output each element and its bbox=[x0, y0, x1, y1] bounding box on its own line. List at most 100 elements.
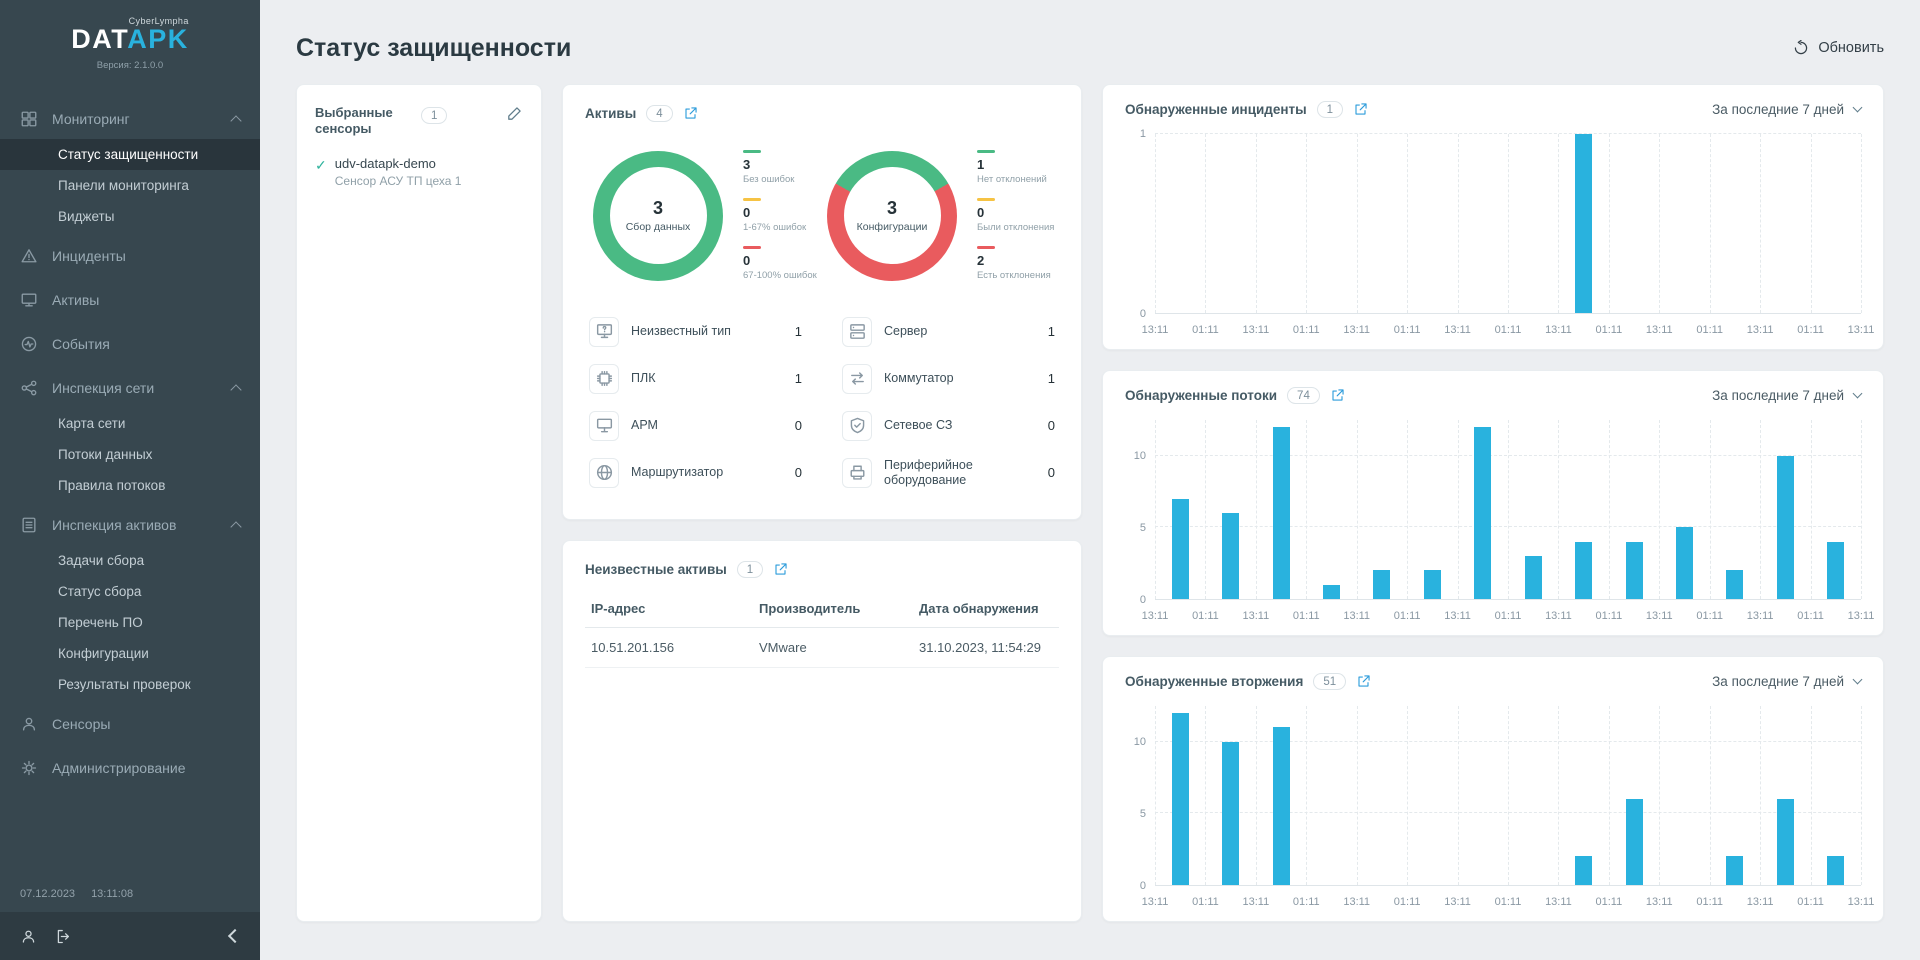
sidebar-subitem[interactable]: Конфигурации bbox=[0, 638, 260, 669]
bar-slot bbox=[1760, 134, 1810, 313]
edit-pencil-icon[interactable] bbox=[506, 105, 523, 122]
bar bbox=[1373, 570, 1391, 599]
bar-slot bbox=[1205, 420, 1255, 599]
chart-title: Обнаруженные инциденты bbox=[1125, 102, 1307, 117]
legend-label: Без ошибок bbox=[743, 174, 795, 185]
events-icon bbox=[20, 335, 38, 353]
user-icon[interactable] bbox=[20, 928, 37, 945]
sidebar-item-dashboard[interactable]: Мониторинг bbox=[0, 99, 260, 139]
collapse-sidebar-icon[interactable] bbox=[227, 928, 243, 944]
bars bbox=[1155, 420, 1861, 599]
x-tick-label: 13:11 bbox=[1444, 610, 1471, 622]
x-tick-label: 13:11 bbox=[1242, 896, 1270, 908]
sidebar-subitem[interactable]: Статус сбора bbox=[0, 576, 260, 607]
sidebar-item-network[interactable]: Инспекция сети bbox=[0, 368, 260, 408]
chart-header: Обнаруженные инциденты 1 За последние 7 дн… bbox=[1125, 101, 1863, 118]
chart-plot-area: 0 5 10 bbox=[1125, 706, 1862, 892]
sensor-list: ✓ udv-datapk-demo Сенсор АСУ ТП цеха 1 bbox=[315, 156, 523, 188]
sidebar-item-list[interactable]: Инспекция активов bbox=[0, 505, 260, 545]
current-date: 07.12.2023 bbox=[20, 888, 76, 900]
sidebar-item-monitor[interactable]: Активы bbox=[0, 280, 260, 320]
sidebar-subitem[interactable]: Перечень ПО bbox=[0, 607, 260, 638]
bar-slot bbox=[1256, 134, 1306, 313]
chevron-up-icon bbox=[230, 115, 242, 127]
table-row[interactable]: 10.51.201.156 VMware 31.10.2023, 11:54:29 bbox=[585, 627, 1059, 668]
sidebar-subitem[interactable]: Панели мониторинга bbox=[0, 170, 260, 201]
sidebar-item-events[interactable]: События bbox=[0, 324, 260, 364]
y-tick-label: 10 bbox=[1133, 736, 1146, 748]
x-tick-label: 13:11 bbox=[1847, 896, 1875, 908]
external-link-icon[interactable] bbox=[1330, 388, 1345, 403]
dashboard-icon bbox=[20, 110, 38, 128]
sidebar-item-label: Мониторинг bbox=[52, 111, 130, 127]
sidebar-item-warning[interactable]: Инциденты bbox=[0, 236, 260, 276]
legend-label: Есть отклонения bbox=[977, 269, 1051, 281]
bar-slot bbox=[1205, 134, 1255, 313]
sidebar-subitem[interactable]: Правила потоков bbox=[0, 470, 260, 501]
chart-card-intrusions: Обнаруженные вторжения 51 За последние 7 д… bbox=[1102, 656, 1884, 922]
bar bbox=[1222, 741, 1240, 885]
period-dropdown[interactable]: За последние 7 дней bbox=[1712, 102, 1863, 117]
sidebar-subitem-label: Результаты проверок bbox=[58, 677, 191, 692]
sidebar-item-gear[interactable]: Администрирование bbox=[0, 748, 260, 788]
y-tick-label: 0 bbox=[1139, 594, 1146, 606]
logout-icon[interactable] bbox=[55, 928, 72, 945]
legend-item: 0 1-67% ошибок bbox=[743, 197, 827, 234]
x-tick-label: 13:11 bbox=[1645, 324, 1673, 336]
x-tick-label: 01:11 bbox=[1797, 896, 1824, 908]
bar-slot bbox=[1407, 706, 1457, 885]
bar bbox=[1726, 570, 1744, 599]
external-link-icon[interactable] bbox=[1353, 102, 1368, 117]
plot bbox=[1155, 133, 1862, 314]
bar-slot bbox=[1810, 706, 1860, 885]
chart-plot-area: 01 bbox=[1125, 128, 1862, 320]
sidebar-subitem[interactable]: Карта сети bbox=[0, 408, 260, 439]
y-tick-label: 1 bbox=[1139, 128, 1146, 140]
sidebar-subitem[interactable]: Задачи сбора bbox=[0, 545, 260, 576]
table-cell: 10.51.201.156 bbox=[585, 627, 753, 668]
asset-types-list: Неизвестный тип 1 Сервер 1 ПЛК 1 Коммутатор 1 АР… bbox=[585, 312, 1059, 493]
donut-legend: 3 Без ошибок 0 1-67% ошибок 0 67-100% ошибок bbox=[743, 150, 827, 282]
sidebar-item-label: Инциденты bbox=[52, 248, 126, 264]
table-cell: 31.10.2023, 11:54:29 bbox=[913, 627, 1059, 668]
bar-slot bbox=[1810, 134, 1860, 313]
legend-item: 3 Без ошибок bbox=[743, 150, 827, 186]
sidebar-subitem-label: Перечень ПО bbox=[58, 615, 143, 630]
bars bbox=[1155, 134, 1861, 313]
legend-item: 2 Есть отклонения bbox=[977, 245, 1061, 282]
sidebar-subitem-label: Потоки данных bbox=[58, 447, 153, 462]
sidebar-subitem[interactable]: Результаты проверок bbox=[0, 669, 260, 700]
external-link-icon[interactable] bbox=[773, 562, 788, 577]
sidebar-subitem-label: Конфигурации bbox=[58, 646, 149, 661]
period-dropdown[interactable]: За последние 7 дней bbox=[1712, 674, 1863, 689]
x-tick-label: 13:11 bbox=[1343, 324, 1371, 336]
sidebar-subitem[interactable]: Статус защищенности bbox=[0, 139, 260, 170]
bar-slot bbox=[1306, 706, 1356, 885]
sidebar-item-sensors[interactable]: Сенсоры bbox=[0, 704, 260, 744]
warning-icon bbox=[20, 247, 38, 265]
sidebar-footer: 07.12.2023 13:11:08 bbox=[0, 878, 260, 960]
chart-card-incidents: Обнаруженные инциденты 1 За последние 7 дн… bbox=[1102, 84, 1884, 350]
bar bbox=[1524, 556, 1542, 599]
x-tick-label: 13:11 bbox=[1847, 610, 1875, 622]
x-tick-label: 01:11 bbox=[1393, 610, 1421, 622]
sidebar-subitem-label: Карта сети bbox=[58, 416, 126, 431]
bar bbox=[1675, 527, 1693, 599]
period-dropdown[interactable]: За последние 7 дней bbox=[1712, 388, 1863, 403]
sidebar-subitem-label: Панели мониторинга bbox=[58, 178, 189, 193]
sensor-list-item[interactable]: ✓ udv-datapk-demo Сенсор АСУ ТП цеха 1 bbox=[315, 156, 523, 188]
unknown-icon bbox=[589, 316, 619, 347]
refresh-button[interactable]: Обновить bbox=[1793, 40, 1884, 56]
external-link-icon[interactable] bbox=[683, 106, 698, 121]
external-link-icon[interactable] bbox=[1356, 674, 1371, 689]
sidebar-subitem[interactable]: Потоки данных bbox=[0, 439, 260, 470]
bar bbox=[1776, 799, 1794, 885]
asset-type-row: Периферийное оборудование 0 bbox=[842, 453, 1055, 493]
server-icon bbox=[842, 316, 872, 347]
bar bbox=[1575, 134, 1593, 313]
legend-color-dash bbox=[743, 197, 761, 201]
gridline-vertical bbox=[1861, 706, 1862, 885]
y-tick-label: 10 bbox=[1133, 450, 1146, 462]
sidebar-subitem[interactable]: Виджеты bbox=[0, 201, 260, 232]
asset-type-label: Периферийное оборудование bbox=[884, 458, 973, 487]
